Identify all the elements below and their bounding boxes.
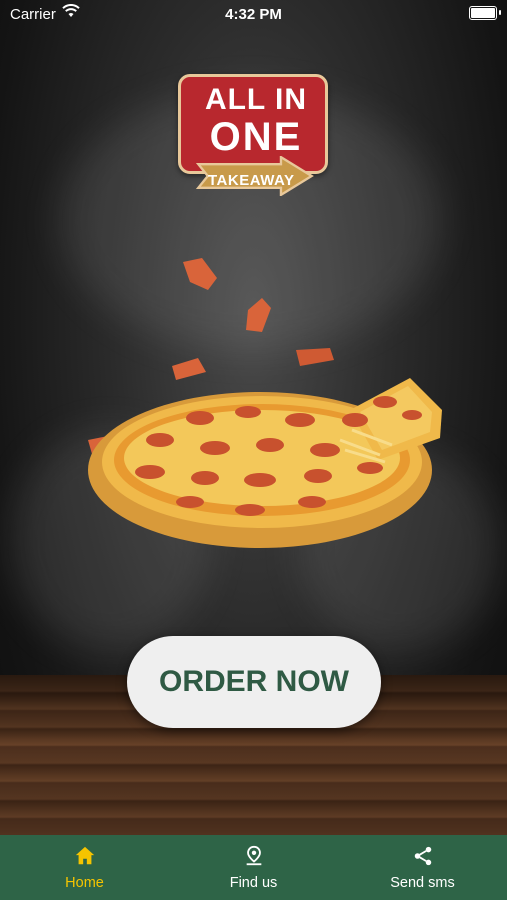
location-pin-icon bbox=[246, 845, 261, 866]
battery-icon bbox=[469, 6, 501, 20]
status-bar: Carrier 4:32 PM bbox=[0, 0, 507, 28]
pizza-image bbox=[88, 258, 442, 548]
share-icon bbox=[414, 846, 431, 866]
tab-find-us-label: Find us bbox=[229, 875, 278, 891]
logo-text-line1: ALL IN bbox=[204, 83, 308, 116]
tab-home[interactable]: Home bbox=[0, 835, 169, 900]
brand-logo: ALL IN ONE TAKEAWAY bbox=[178, 74, 328, 214]
tab-home-label: Home bbox=[65, 875, 104, 891]
bottom-tab-bar: Home Find us Send sms bbox=[0, 835, 507, 900]
tab-send-sms-label: Send sms bbox=[390, 875, 455, 891]
logo-tagline: TAKEAWAY bbox=[208, 172, 295, 189]
home-screen: Carrier 4:32 PM ALL IN ONE TAKEAWAY ORDE… bbox=[0, 0, 507, 900]
home-icon bbox=[75, 846, 94, 865]
order-now-button[interactable]: ORDER NOW bbox=[127, 636, 381, 728]
clock: 4:32 PM bbox=[225, 6, 282, 23]
tab-find-us[interactable]: Find us bbox=[169, 835, 338, 900]
tab-send-sms[interactable]: Send sms bbox=[338, 835, 507, 900]
logo-text-line2: ONE bbox=[209, 115, 303, 159]
